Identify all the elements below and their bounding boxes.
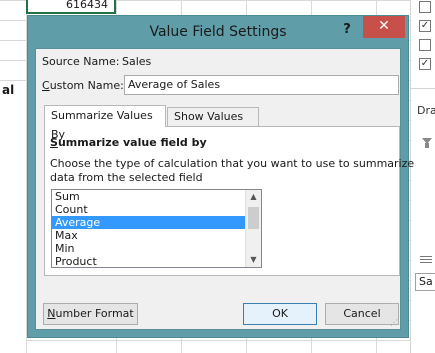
listbox-scrollbar[interactable]: ▲ ▼ <box>245 190 261 267</box>
custom-name-label-text: ustom Name: <box>49 79 124 92</box>
tab-show-values-as[interactable]: Show Values As <box>167 107 259 141</box>
close-button[interactable]: ✕ <box>363 16 405 38</box>
pane-divider <box>411 88 435 89</box>
list-item-average[interactable]: Average <box>52 216 261 229</box>
tab-summarize-values-by[interactable]: Summarize Values By <box>44 105 166 141</box>
source-name-label: Source Name: <box>42 55 120 68</box>
custom-name-accesskey: C <box>42 79 50 92</box>
custom-name-label: Custom Name: <box>42 79 124 92</box>
drag-fields-label: Dra <box>417 104 435 117</box>
section-heading: Summarize value field by <box>50 136 207 149</box>
cancel-button[interactable]: Cancel <box>325 303 399 325</box>
value-field-settings-dialog: Value Field Settings ? ✕ Source Name: Sa… <box>27 15 414 338</box>
row-strip <box>0 80 26 353</box>
dialog-client-area: Source Name: Sales Custom Name: Average … <box>35 48 414 330</box>
source-name-value: Sales <box>122 55 152 68</box>
values-field-box[interactable]: Sa <box>415 273 435 291</box>
description-line-1: Choose the type of calculation that you … <box>50 157 415 170</box>
list-item-product[interactable]: Product <box>52 255 261 267</box>
filter-icon-stem <box>425 143 429 148</box>
dialog-titlebar[interactable]: Value Field Settings ? ✕ <box>28 16 408 48</box>
list-item-count[interactable]: Count <box>52 203 261 216</box>
calculation-listbox[interactable]: Sum Count Average Max Min Product ▲ ▼ <box>51 189 262 268</box>
scroll-up-icon[interactable]: ▲ <box>246 190 261 204</box>
list-item-min[interactable]: Min <box>52 242 261 255</box>
resize-grip-icon[interactable]: ⋰ <box>390 318 398 327</box>
values-area-icon <box>420 256 432 263</box>
section-heading-text: ummarize value field by <box>57 136 207 149</box>
field-checkbox[interactable]: ✓ <box>419 58 431 70</box>
pivot-field-list-pane: ✓ ✓ Dra Sa <box>410 0 435 353</box>
selected-cell[interactable]: 616434 <box>26 0 116 14</box>
number-format-accesskey: N <box>47 307 56 320</box>
scroll-down-icon[interactable]: ▼ <box>246 253 261 267</box>
field-checkbox[interactable]: ✓ <box>419 20 431 32</box>
number-format-label: umber Format <box>55 307 134 320</box>
list-item-max[interactable]: Max <box>52 229 261 242</box>
row-label-cell[interactable]: al <box>0 81 26 99</box>
custom-name-input[interactable]: Average of Sales <box>124 75 399 95</box>
ok-button[interactable]: OK <box>243 303 317 325</box>
scroll-thumb[interactable] <box>248 207 259 229</box>
help-button[interactable]: ? <box>340 22 354 38</box>
field-checkbox[interactable] <box>419 1 431 13</box>
description-line-2: data from the selected field <box>50 171 203 184</box>
field-checkbox[interactable] <box>419 39 431 51</box>
number-format-button[interactable]: Number Format <box>43 303 138 325</box>
list-item-sum[interactable]: Sum <box>52 190 261 203</box>
